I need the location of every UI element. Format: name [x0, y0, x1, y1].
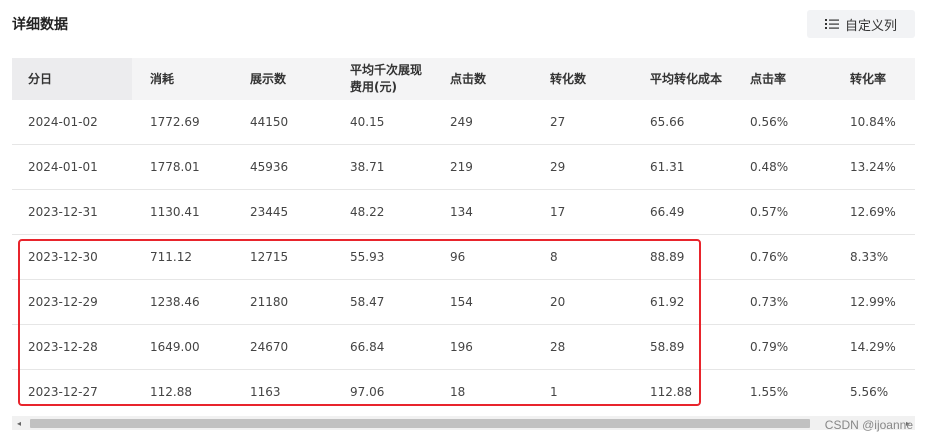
table-cell: 44150: [232, 100, 332, 145]
table-cell: 61.31: [632, 144, 732, 190]
table-cell: 112.88: [632, 369, 732, 410]
column-header[interactable]: 点击数: [432, 58, 532, 100]
table-cell: 0.48%: [732, 144, 832, 190]
table-cell: 1130.41: [132, 189, 232, 235]
column-header[interactable]: 平均千次展现费用(元): [332, 58, 432, 100]
table-cell: 8: [532, 234, 632, 280]
table-cell: 2023-12-27: [12, 369, 132, 410]
scroll-left-arrow-icon[interactable]: ◂: [12, 416, 26, 430]
table-cell: 58.47: [332, 279, 432, 325]
table-cell: 13.24%: [832, 144, 915, 190]
table-cell: 219: [432, 144, 532, 190]
table-cell: 27: [532, 100, 632, 145]
table-cell: 0.73%: [732, 279, 832, 325]
table-cell: 0.56%: [732, 100, 832, 145]
table-cell: 96: [432, 234, 532, 280]
table-cell: 61.92: [632, 279, 732, 325]
table-row: 2023-12-31 1130.41 23445 48.22 134 17 66.49 0.5…: [12, 189, 915, 235]
table-cell: 21180: [232, 279, 332, 325]
table-cell: 48.22: [332, 189, 432, 235]
list-icon: [824, 18, 839, 30]
table-cell: 1778.01: [132, 144, 232, 190]
table-cell: 0.76%: [732, 234, 832, 280]
table-cell: 24670: [232, 324, 332, 370]
table-cell: 1772.69: [132, 100, 232, 145]
data-table: 分日 消耗 展示数 平均千次展现费用(元) 点击数 转化数 平均转化成本 点击率 转化率 202…: [12, 58, 915, 410]
customize-columns-button[interactable]: 自定义列: [807, 10, 915, 38]
table-cell: 18: [432, 369, 532, 410]
table-row: 2023-12-27 112.88 1163 97.06 18 1 112.88 1.55% 5…: [12, 369, 915, 410]
table-cell: 134: [432, 189, 532, 235]
watermark: CSDN @ijoanne: [824, 418, 913, 432]
table-cell: 2023-12-28: [12, 324, 132, 370]
table-cell: 2024-01-01: [12, 144, 132, 190]
table-cell: 12.99%: [832, 279, 915, 325]
page-title: 详细数据: [12, 17, 68, 33]
table-cell: 2023-12-31: [12, 189, 132, 235]
table-cell: 55.93: [332, 234, 432, 280]
table-cell: 1.55%: [732, 369, 832, 410]
table-cell: 2023-12-30: [12, 234, 132, 280]
table-header-row: 分日 消耗 展示数 平均千次展现费用(元) 点击数 转化数 平均转化成本 点击率 转化率: [12, 58, 915, 100]
table-cell: 711.12: [132, 234, 232, 280]
column-header[interactable]: 平均转化成本: [632, 58, 732, 100]
column-header[interactable]: 展示数: [232, 58, 332, 100]
table-cell: 66.49: [632, 189, 732, 235]
column-header[interactable]: 转化数: [532, 58, 632, 100]
table-cell: 14.29%: [832, 324, 915, 370]
table-cell: 28: [532, 324, 632, 370]
column-header[interactable]: 消耗: [132, 58, 232, 100]
table-cell: 23445: [232, 189, 332, 235]
scrollbar-thumb[interactable]: [30, 419, 810, 428]
data-table-container: 分日 消耗 展示数 平均千次展现费用(元) 点击数 转化数 平均转化成本 点击率 转化率 202…: [12, 58, 915, 410]
table-cell: 196: [432, 324, 532, 370]
table-cell: 10.84%: [832, 100, 915, 145]
table-cell: 2023-12-29: [12, 279, 132, 325]
table-cell: 58.89: [632, 324, 732, 370]
table-cell: 249: [432, 100, 532, 145]
table-cell: 12.69%: [832, 189, 915, 235]
table-row: 2023-12-28 1649.00 24670 66.84 196 28 58.89 0.7…: [12, 324, 915, 370]
table-row: 2023-12-30 711.12 12715 55.93 96 8 88.89 0.76% 8…: [12, 234, 915, 280]
table-cell: 20: [532, 279, 632, 325]
table-row: 2024-01-01 1778.01 45936 38.71 219 29 61.31 0.4…: [12, 144, 915, 190]
table-cell: 5.56%: [832, 369, 915, 410]
table-cell: 112.88: [132, 369, 232, 410]
table-cell: 17: [532, 189, 632, 235]
table-cell: 154: [432, 279, 532, 325]
column-header[interactable]: 点击率: [732, 58, 832, 100]
horizontal-scrollbar[interactable]: ◂ ▸: [12, 416, 915, 430]
table-cell: 88.89: [632, 234, 732, 280]
table-cell: 0.79%: [732, 324, 832, 370]
table-cell: 97.06: [332, 369, 432, 410]
table-cell: 1: [532, 369, 632, 410]
column-header[interactable]: 分日: [12, 58, 132, 100]
table-cell: 12715: [232, 234, 332, 280]
table-cell: 65.66: [632, 100, 732, 145]
table-cell: 8.33%: [832, 234, 915, 280]
table-cell: 1163: [232, 369, 332, 410]
table-cell: 40.15: [332, 100, 432, 145]
table-row: 2023-12-29 1238.46 21180 58.47 154 20 61.92 0.7…: [12, 279, 915, 325]
table-cell: 66.84: [332, 324, 432, 370]
table-cell: 2024-01-02: [12, 100, 132, 145]
table-cell: 0.57%: [732, 189, 832, 235]
table-cell: 29: [532, 144, 632, 190]
table-cell: 1238.46: [132, 279, 232, 325]
customize-columns-label: 自定义列: [844, 18, 897, 34]
column-header[interactable]: 转化率: [832, 58, 915, 100]
table-row: 2024-01-02 1772.69 44150 40.15 249 27 65.66 0.5…: [12, 100, 915, 145]
table-cell: 45936: [232, 144, 332, 190]
table-cell: 38.71: [332, 144, 432, 190]
table-cell: 1649.00: [132, 324, 232, 370]
